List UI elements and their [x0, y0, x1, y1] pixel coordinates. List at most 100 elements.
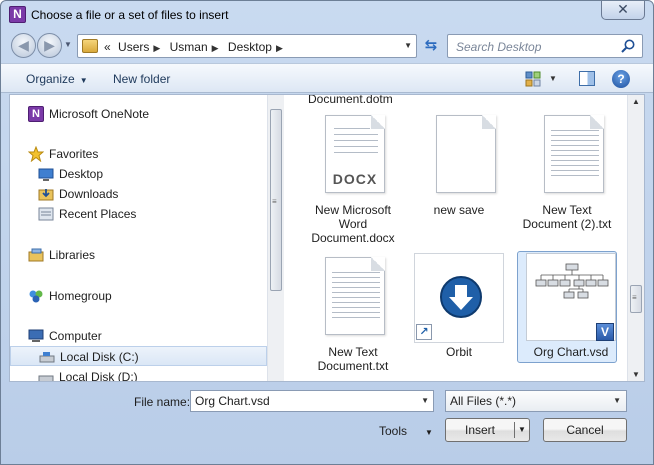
- visio-file-icon: V: [526, 253, 616, 341]
- navigation-pane: N Microsoft OneNote Favorites Desktop Do…: [10, 95, 267, 381]
- nav-item-desktop[interactable]: Desktop: [38, 164, 248, 184]
- back-arrow-icon: ◀: [18, 37, 29, 53]
- help-button[interactable]: ?: [612, 70, 630, 88]
- tools-label: Tools: [379, 424, 408, 438]
- split-divider: [514, 422, 515, 438]
- nav-item-onenote[interactable]: N Microsoft OneNote: [28, 104, 248, 124]
- file-name-line: Document (2).txt: [522, 217, 612, 231]
- nav-item-label: Microsoft OneNote: [49, 107, 150, 121]
- nav-item-label: Recent Places: [59, 207, 137, 221]
- file-name: Org Chart.vsd: [521, 345, 621, 359]
- file-type-filter[interactable]: All Files (*.*) ▼: [445, 390, 627, 412]
- file-item[interactable]: new save: [409, 111, 509, 221]
- orbit-download-icon: [440, 276, 482, 318]
- file-item[interactable]: New Text Document.txt: [303, 253, 403, 378]
- insert-button[interactable]: Insert ▼: [445, 418, 530, 442]
- nav-item-favorites[interactable]: Favorites: [28, 144, 248, 164]
- file-name-line: Document.docx: [311, 231, 395, 245]
- file-name-input[interactable]: Org Chart.vsd ▼: [190, 390, 434, 412]
- navigation-bar: ◀ ▶ ▼ « Users ▶ Usman ▶ Desktop ▶ ▼ ⇆ Searc…: [1, 31, 653, 61]
- nav-item-label: Desktop: [59, 167, 104, 181]
- chevron-right-icon[interactable]: ▶: [212, 43, 219, 53]
- computer-icon: [28, 329, 44, 342]
- search-icon[interactable]: [620, 38, 636, 54]
- file-name-label: File name:: [134, 395, 191, 409]
- downloads-folder-icon: [38, 189, 54, 201]
- file-dialog-window: N Choose a file or a set of files to ins…: [0, 0, 654, 465]
- star-icon: [28, 146, 44, 162]
- scrollbar-grip-icon: ≡: [632, 293, 637, 302]
- nav-item-label: Local Disk (D:): [59, 370, 138, 381]
- view-options-dropdown[interactable]: ▼: [549, 74, 557, 83]
- title-bar: N Choose a file or a set of files to ins…: [1, 1, 653, 29]
- onenote-icon: N: [28, 106, 44, 122]
- blank-file-icon: [414, 111, 504, 199]
- breadcrumb-usman[interactable]: Usman: [170, 40, 208, 54]
- file-name-line: New Text: [542, 203, 592, 217]
- nav-item-label: Libraries: [49, 248, 96, 262]
- file-name-partial: Document.dotm: [308, 95, 393, 106]
- nav-item-libraries[interactable]: Libraries: [28, 245, 248, 265]
- docx-badge: DOCX: [332, 171, 378, 187]
- address-bar[interactable]: « Users ▶ Usman ▶ Desktop ▶ ▼: [77, 34, 417, 58]
- onenote-app-icon: N: [9, 6, 26, 23]
- forward-button[interactable]: ▶: [37, 33, 62, 58]
- preview-pane-icon[interactable]: [579, 71, 595, 86]
- breadcrumb-desktop[interactable]: Desktop: [228, 40, 272, 54]
- chevron-right-icon[interactable]: ▶: [276, 43, 283, 53]
- nav-item-local-disk-c[interactable]: Local Disk (C:): [10, 346, 267, 366]
- docx-file-icon: DOCX: [308, 111, 398, 199]
- shortcut-arrow-icon: ↗: [416, 324, 432, 340]
- cancel-button[interactable]: Cancel: [543, 418, 627, 442]
- nav-item-downloads[interactable]: Downloads: [38, 184, 248, 204]
- close-button[interactable]: ✕: [601, 1, 645, 20]
- breadcrumb: « Users ▶ Usman ▶ Desktop ▶: [104, 40, 289, 54]
- file-name-line: New Text: [328, 345, 378, 359]
- file-item[interactable]: ↗ Orbit: [409, 253, 509, 363]
- file-name-value: Org Chart.vsd: [195, 394, 270, 408]
- chevron-down-icon: ▼: [79, 76, 88, 85]
- chevron-right-icon[interactable]: ▶: [153, 43, 160, 53]
- file-item-selected[interactable]: V Org Chart.vsd: [517, 251, 621, 363]
- chevron-down-icon[interactable]: ▼: [421, 391, 429, 411]
- back-button[interactable]: ◀: [11, 33, 36, 58]
- forward-arrow-icon: ▶: [44, 37, 55, 53]
- file-item[interactable]: DOCX New Microsoft Word Document.docx: [303, 111, 403, 251]
- scroll-up-icon[interactable]: ▲: [632, 97, 640, 106]
- search-input[interactable]: Search Desktop: [447, 34, 643, 58]
- drive-icon: [38, 375, 54, 381]
- drive-icon: [39, 352, 55, 363]
- file-list: Document.dotm DOCX New Microsoft Word Do…: [286, 95, 624, 381]
- file-name-line: Word: [338, 217, 368, 231]
- recent-locations-dropdown[interactable]: ▼: [64, 40, 72, 49]
- tools-menu-button[interactable]: Tools ▼: [379, 424, 433, 438]
- file-name-line: New Microsoft: [314, 203, 391, 217]
- new-folder-button[interactable]: New folder: [113, 72, 170, 86]
- nav-item-local-disk-d[interactable]: Local Disk (D:): [38, 367, 248, 381]
- insert-dropdown-icon[interactable]: ▼: [518, 419, 526, 441]
- chevron-down-icon: ▼: [425, 428, 433, 437]
- breadcrumb-overflow[interactable]: «: [104, 40, 111, 54]
- change-view-icon[interactable]: [524, 70, 542, 88]
- nav-item-recent-places[interactable]: Recent Places: [38, 204, 248, 224]
- folder-icon: [82, 39, 98, 53]
- nav-item-label: Downloads: [59, 187, 119, 201]
- refresh-button[interactable]: ⇆: [421, 36, 441, 56]
- nav-item-computer[interactable]: Computer: [28, 326, 248, 346]
- file-type-value: All Files (*.*): [450, 394, 517, 408]
- file-name-line: Orbit: [445, 345, 472, 359]
- scrollbar-grip-icon: ≡: [272, 197, 277, 206]
- scroll-down-icon[interactable]: ▼: [632, 370, 640, 379]
- file-name: New Microsoft Word Document.docx: [303, 203, 403, 245]
- navigation-pane-scrollbar[interactable]: ≡: [267, 95, 284, 381]
- file-list-scrollbar[interactable]: ▲ ≡ ▼: [627, 95, 644, 381]
- organize-button[interactable]: Organize ▼: [26, 72, 88, 86]
- breadcrumb-users[interactable]: Users: [118, 40, 149, 54]
- file-name-line: Org Chart.vsd: [533, 345, 609, 359]
- address-dropdown-icon[interactable]: ▼: [404, 41, 412, 50]
- file-item[interactable]: New Text Document (2).txt: [517, 111, 617, 236]
- file-name-line: new save: [433, 203, 485, 217]
- text-file-icon: [522, 111, 612, 199]
- nav-item-label: Favorites: [49, 147, 99, 161]
- nav-item-homegroup[interactable]: Homegroup: [28, 286, 248, 306]
